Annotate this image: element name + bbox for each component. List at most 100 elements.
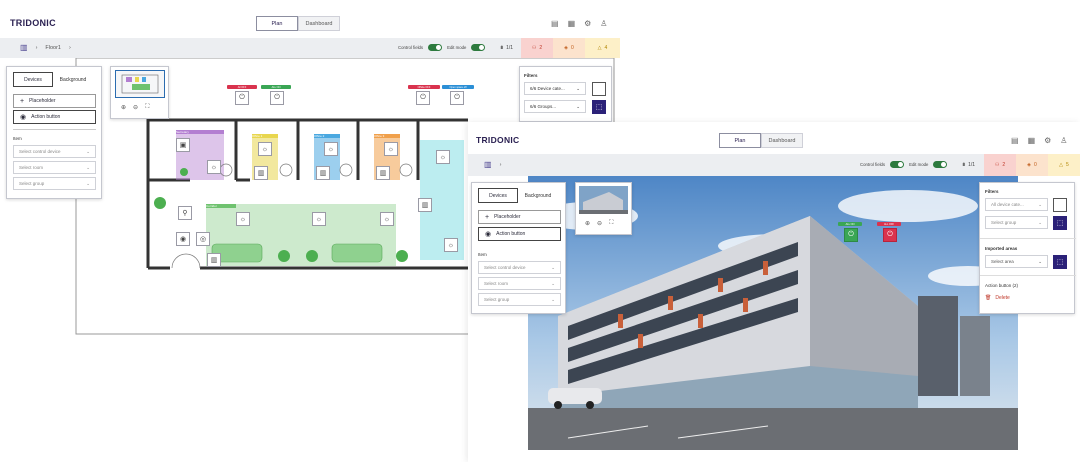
power-off-icon[interactable]: ⏻ (883, 228, 897, 242)
warning-alert[interactable]: ◈ 0 (553, 38, 585, 58)
switch-icon[interactable]: ▥ (418, 198, 432, 212)
tab-plan[interactable]: Plan (719, 133, 761, 148)
power-off-icon[interactable]: ⏻ (235, 91, 249, 105)
group-select[interactable]: Select group ⌄ (478, 293, 561, 306)
sensor-icon[interactable]: ☼ (384, 142, 398, 156)
import-area-icon[interactable]: ⬚ (1053, 255, 1067, 269)
switch-icon[interactable]: ▥ (376, 166, 390, 180)
area-select[interactable]: Select area ⌄ (985, 255, 1048, 268)
info-alert[interactable]: △ 4 (585, 38, 620, 58)
zoom-in-icon[interactable]: ⊕ (585, 220, 590, 227)
all-off-chip[interactable]: ALL OFF (877, 222, 901, 226)
document-icon[interactable]: ▤ (551, 19, 559, 28)
user-icon[interactable]: ♙ (600, 19, 607, 28)
room-label-corridor[interactable]: Corridor (206, 204, 236, 208)
sensor-icon[interactable]: ☼ (258, 142, 272, 156)
fit-screen-icon[interactable]: ⛶ (145, 104, 149, 111)
sensor-icon[interactable]: ☼ (380, 212, 394, 226)
gear-icon[interactable]: ⚙ (584, 19, 591, 28)
chevron-down-icon: ⌄ (551, 296, 555, 302)
room-label-office3[interactable]: Office 3 (374, 134, 400, 138)
device-category-value: 6/6 Device cate... (530, 86, 565, 91)
warning-alert[interactable]: ◈ 0 (1016, 154, 1048, 176)
tab-devices[interactable]: Devices (478, 188, 518, 203)
fit-screen-icon[interactable]: ⛶ (609, 220, 613, 227)
minimap-thumbnail[interactable] (579, 186, 628, 214)
zoom-out-icon[interactable]: ⊖ (597, 220, 602, 227)
document-icon[interactable]: ▤ (1011, 136, 1019, 145)
room-label-secretary[interactable]: Secretary (176, 130, 224, 134)
placeholder-button[interactable]: + Placeholder (13, 94, 96, 108)
power-on-icon[interactable]: ⏻ (844, 228, 858, 242)
open-space-off-chip[interactable]: Open space off (442, 85, 474, 89)
groups-select[interactable]: 6/6 Groups... ⌄ (524, 100, 586, 113)
filter-checkbox[interactable] (1053, 198, 1067, 212)
filter-checkbox[interactable] (592, 82, 606, 96)
plus-icon: + (20, 97, 25, 105)
action-button-button[interactable]: ◉ Action button (13, 110, 96, 124)
building-icon[interactable]: ▥ (484, 160, 492, 169)
building-icon[interactable]: ▥ (20, 43, 28, 52)
placeholder-button[interactable]: + Placeholder (478, 210, 561, 224)
all-on-chip[interactable]: ALL ON (261, 85, 291, 89)
power-off-icon[interactable]: ⏻ (416, 91, 430, 105)
device-category-select[interactable]: 6/6 Device cate... ⌄ (524, 82, 586, 95)
power-icon[interactable]: ⏻ (450, 91, 464, 105)
minimap-thumbnail[interactable] (115, 70, 165, 98)
book-icon[interactable]: ▦ (568, 19, 576, 28)
tab-plan[interactable]: Plan (256, 16, 298, 31)
sensor-icon[interactable]: ☼ (436, 150, 450, 164)
info-alert[interactable]: △ 5 (1048, 154, 1080, 176)
error-alert[interactable]: ⚇ 2 (521, 38, 553, 58)
group-select[interactable]: Select group ⌄ (13, 177, 96, 190)
building-view-window: TRIDONIC Plan Dashboard ▤ ▦ ⚙ ♙ ▥ › Cont… (468, 122, 1080, 462)
room-select[interactable]: Select room ⌄ (478, 277, 561, 290)
error-alert[interactable]: ⚇ 2 (984, 154, 1016, 176)
speaker-icon[interactable]: ◎ (196, 232, 210, 246)
all-off-chip[interactable]: All OFF (227, 85, 257, 89)
device-icon[interactable]: ▣ (176, 138, 190, 152)
camera-icon[interactable]: ◉ (176, 232, 190, 246)
group-filter-select[interactable]: Select group ⌄ (985, 216, 1048, 229)
control-fields-toggle[interactable] (890, 161, 905, 168)
action-button-button[interactable]: ◉ Action button (478, 227, 561, 241)
user-icon[interactable]: ♙ (1060, 136, 1067, 145)
control-fields-toggle[interactable] (428, 44, 443, 51)
tab-dashboard[interactable]: Dashboard (298, 16, 340, 31)
sensor-icon[interactable]: ☼ (444, 238, 458, 252)
tab-background[interactable]: Background (518, 188, 558, 203)
device-category-select[interactable]: All device cate... ⌄ (985, 198, 1048, 211)
all-on-chip[interactable]: ALL ON (838, 222, 862, 226)
tab-dashboard[interactable]: Dashboard (761, 133, 803, 148)
control-device-select[interactable]: Select control device ⌄ (13, 145, 96, 158)
sensor-icon[interactable]: ☼ (312, 212, 326, 226)
group-filter-value: Select group (991, 220, 1017, 225)
room-label-office2[interactable]: Office 2 (314, 134, 340, 138)
filter-apply-icon[interactable]: ⬚ (592, 100, 606, 114)
room-select[interactable]: Select room ⌄ (13, 161, 96, 174)
tab-background[interactable]: Background (53, 72, 93, 87)
edit-mode-toggle[interactable] (471, 44, 486, 51)
motion-icon[interactable]: ⚲ (178, 206, 192, 220)
book-icon[interactable]: ▦ (1028, 136, 1036, 145)
sensor-icon[interactable]: ☼ (324, 142, 338, 156)
tab-devices[interactable]: Devices (13, 72, 53, 87)
page-counter: ⩩ 1/1 (500, 45, 513, 51)
sensor-icon[interactable]: ☼ (207, 160, 221, 174)
switch-icon[interactable]: ▥ (207, 253, 221, 267)
offsite-off-chip[interactable]: Offsite OFF (408, 85, 440, 89)
warning-count: 0 (1034, 162, 1037, 168)
zoom-out-icon[interactable]: ⊖ (133, 104, 138, 111)
room-label-office1[interactable]: Office 1 (252, 134, 278, 138)
switch-icon[interactable]: ▥ (316, 166, 330, 180)
zoom-in-icon[interactable]: ⊕ (121, 104, 126, 111)
delete-button[interactable]: 🗑 Delete (985, 295, 1010, 301)
gear-icon[interactable]: ⚙ (1044, 136, 1051, 145)
sensor-icon[interactable]: ☼ (236, 212, 250, 226)
filter-apply-icon[interactable]: ⬚ (1053, 216, 1067, 230)
edit-mode-toggle[interactable] (933, 161, 948, 168)
breadcrumb-floor[interactable]: Floor1 (45, 45, 61, 51)
power-on-icon[interactable]: ⏻ (270, 91, 284, 105)
control-device-select[interactable]: Select control device ⌄ (478, 261, 561, 274)
switch-icon[interactable]: ▥ (254, 166, 268, 180)
